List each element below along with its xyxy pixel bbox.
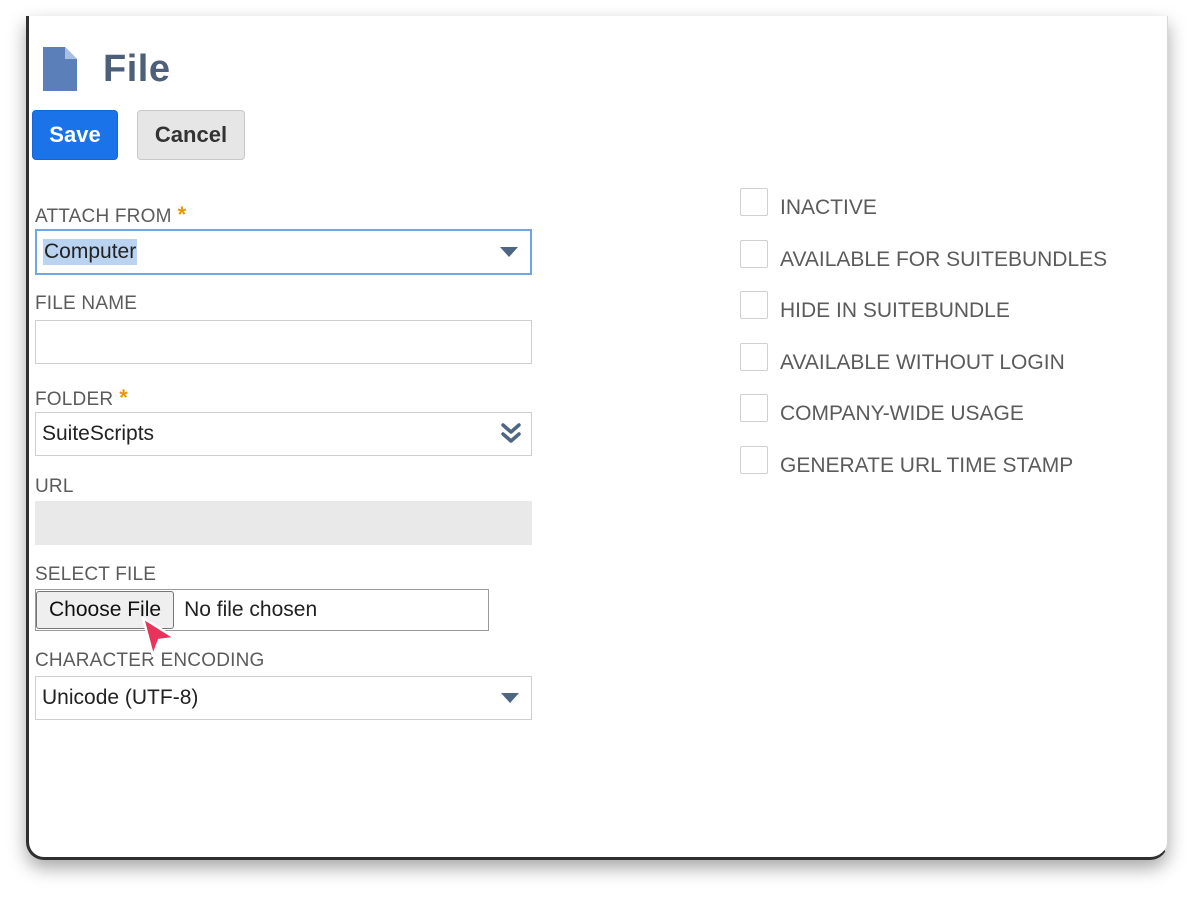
checkbox-label: AVAILABLE FOR SUITEBUNDLES — [780, 248, 1108, 271]
checkbox-row-company-wide-usage[interactable]: COMPANY-WIDE USAGE — [740, 394, 1024, 425]
checkbox-row-hide-in-suitebundle[interactable]: HIDE IN SUITEBUNDLE — [740, 291, 1010, 322]
chevron-down-icon — [501, 693, 519, 703]
checkbox-row-available-for-suitebundles[interactable]: AVAILABLE FOR SUITEBUNDLES — [740, 240, 1107, 271]
hide-in-suitebundle-checkbox[interactable] — [740, 291, 768, 319]
attach-from-select[interactable]: Computer — [35, 229, 532, 275]
inactive-checkbox[interactable] — [740, 188, 768, 216]
character-encoding-value: Unicode (UTF-8) — [42, 686, 199, 709]
available-without-login-checkbox[interactable] — [740, 343, 768, 371]
mouse-pointer-icon — [141, 616, 177, 658]
save-button[interactable]: Save — [32, 110, 118, 160]
checkbox-label: HIDE IN SUITEBUNDLE — [780, 299, 1010, 322]
page-header: File — [41, 44, 170, 94]
generate-url-time-stamp-checkbox[interactable] — [740, 446, 768, 474]
folder-label: FOLDER * — [35, 385, 128, 411]
file-status: No file chosen — [184, 598, 318, 621]
page-title: File — [103, 47, 171, 90]
url-field — [35, 501, 532, 545]
file-form-window: File Save Cancel ATTACH FROM * Computer F… — [26, 16, 1168, 860]
cancel-button[interactable]: Cancel — [137, 110, 245, 160]
available-for-suitebundles-checkbox[interactable] — [740, 240, 768, 268]
checkbox-label: INACTIVE — [780, 196, 877, 219]
checkbox-row-available-without-login[interactable]: AVAILABLE WITHOUT LOGIN — [740, 343, 1065, 374]
file-name-label: FILE NAME — [35, 293, 138, 314]
checkbox-row-generate-url-time-stamp[interactable]: GENERATE URL TIME STAMP — [740, 446, 1073, 477]
checkbox-label: COMPANY-WIDE USAGE — [780, 402, 1024, 425]
required-mark: * — [177, 202, 187, 227]
checkbox-label: AVAILABLE WITHOUT LOGIN — [780, 351, 1065, 374]
document-icon — [43, 47, 77, 91]
character-encoding-select[interactable]: Unicode (UTF-8) — [35, 676, 532, 720]
file-name-input[interactable] — [35, 320, 532, 364]
double-chevron-down-icon[interactable] — [501, 422, 521, 446]
attach-from-label-text: ATTACH FROM — [35, 206, 172, 227]
company-wide-usage-checkbox[interactable] — [740, 394, 768, 422]
select-file-label: SELECT FILE — [35, 564, 157, 585]
url-label: URL — [35, 476, 74, 497]
checkbox-label: GENERATE URL TIME STAMP — [780, 454, 1074, 477]
checkbox-row-inactive[interactable]: INACTIVE — [740, 188, 877, 219]
attach-from-label: ATTACH FROM * — [35, 202, 186, 228]
folder-value: SuiteScripts — [42, 422, 155, 445]
folder-label-text: FOLDER — [35, 389, 114, 410]
folder-select[interactable]: SuiteScripts — [35, 412, 532, 456]
chevron-down-icon — [500, 247, 518, 257]
file-picker[interactable]: Choose File No file chosen — [35, 589, 489, 631]
required-mark: * — [119, 385, 129, 410]
attach-from-value: Computer — [43, 239, 138, 265]
